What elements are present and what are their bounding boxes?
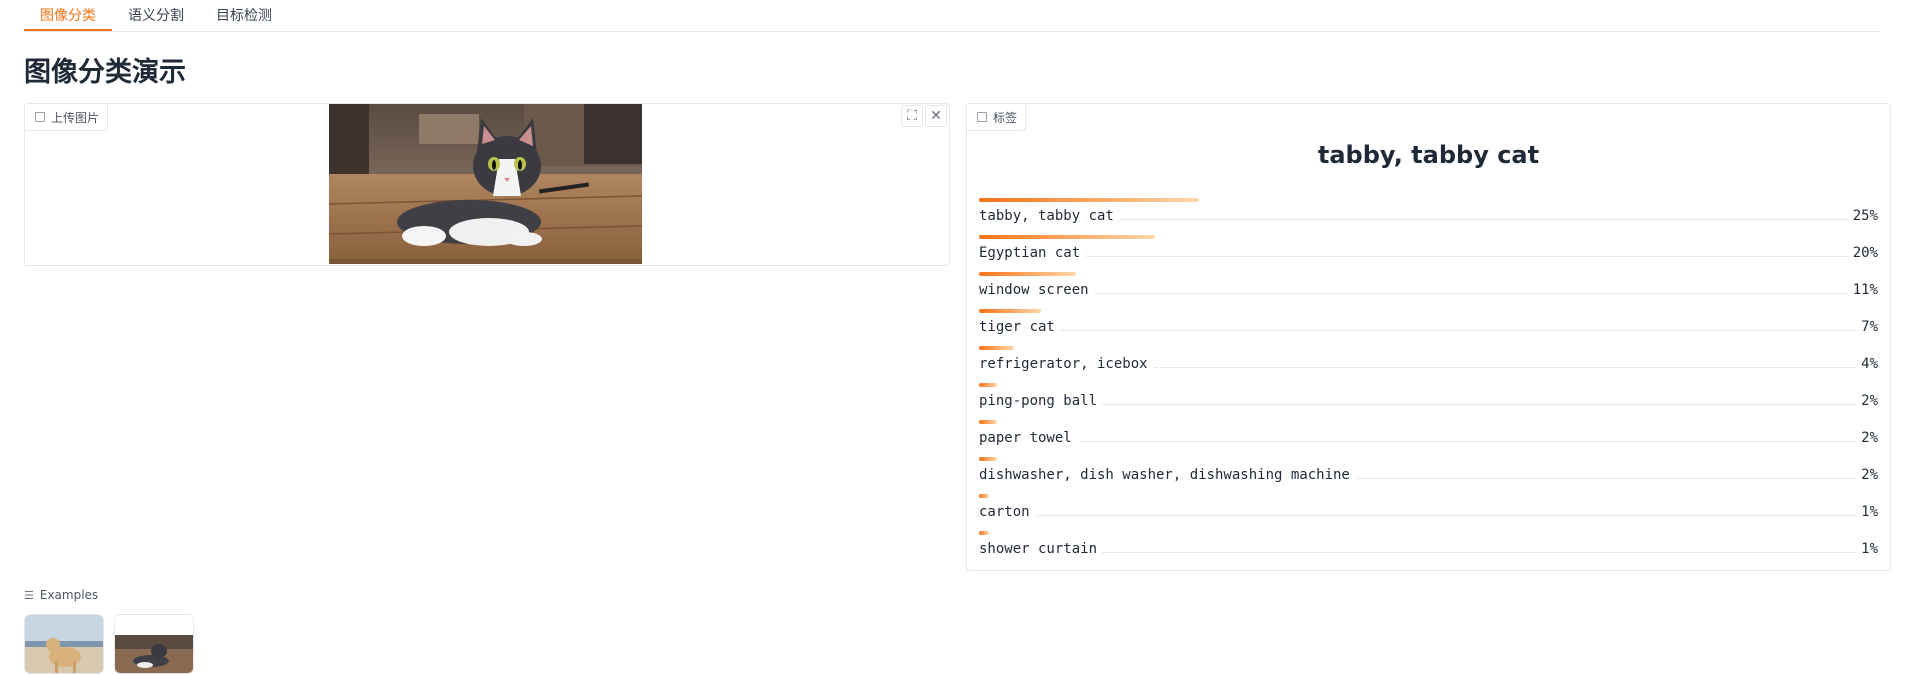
dotted-leader: [1103, 542, 1856, 553]
image-input-panel[interactable]: 上传图片 ⛶ ✕: [24, 103, 950, 266]
dotted-leader: [1119, 209, 1847, 220]
fullscreen-button[interactable]: ⛶: [901, 105, 923, 127]
prediction-line: paper towel 2%: [979, 430, 1878, 446]
prediction-percent: 25%: [1852, 208, 1878, 224]
clear-image-button[interactable]: ✕: [925, 105, 947, 127]
prediction-percent: 11%: [1852, 282, 1878, 298]
prediction-row: tabby, tabby cat 25%: [979, 198, 1878, 235]
confidence-bar: [979, 198, 1199, 202]
confidence-bar: [979, 531, 989, 535]
prediction-row: carton 1%: [979, 494, 1878, 531]
tab-semantic-segmentation[interactable]: 语义分割: [112, 0, 200, 31]
examples-label: ☰ Examples: [24, 588, 99, 602]
output-panel-label: 标签: [967, 104, 1027, 131]
prediction-label: tiger cat: [979, 319, 1055, 335]
dotted-leader: [1094, 283, 1847, 294]
dotted-leader: [1077, 431, 1856, 442]
tab-image-classification[interactable]: 图像分类: [24, 0, 112, 31]
prediction-row: shower curtain 1%: [979, 531, 1878, 568]
confidence-bar: [979, 420, 997, 424]
label-icon: [977, 112, 987, 122]
prediction-line: ping-pong ball 2%: [979, 393, 1878, 409]
prediction-row: tiger cat 7%: [979, 309, 1878, 346]
prediction-percent: 20%: [1852, 245, 1878, 261]
example-dog[interactable]: [24, 614, 104, 674]
input-panel-label: 上传图片: [25, 104, 109, 131]
prediction-label: carton: [979, 504, 1030, 520]
prediction-line: window screen 11%: [979, 282, 1878, 298]
prediction-percent: 4%: [1861, 356, 1878, 372]
close-icon: ✕: [930, 108, 942, 124]
top-prediction: tabby, tabby cat: [1317, 141, 1540, 169]
image-icon: [35, 112, 45, 122]
confidence-bar: [979, 346, 1015, 350]
tab-object-detection[interactable]: 目标检测: [200, 0, 288, 31]
prediction-percent: 2%: [1861, 467, 1878, 483]
confidence-bar: [979, 457, 997, 461]
prediction-line: Egyptian cat 20%: [979, 245, 1878, 261]
example-cat[interactable]: [114, 614, 194, 674]
prediction-row: ping-pong ball 2%: [979, 383, 1878, 420]
prediction-percent: 2%: [1861, 430, 1878, 446]
prediction-percent: 1%: [1861, 541, 1878, 557]
confidence-bar: [979, 309, 1041, 313]
prediction-line: tiger cat 7%: [979, 319, 1878, 335]
prediction-label: shower curtain: [979, 541, 1098, 557]
prediction-label: ping-pong ball: [979, 393, 1098, 409]
tab-bar: 图像分类 语义分割 目标检测: [24, 0, 1881, 32]
confidence-bar: [979, 494, 989, 498]
prediction-row: paper towel 2%: [979, 420, 1878, 457]
prediction-percent: 1%: [1861, 504, 1878, 520]
dotted-leader: [1035, 505, 1856, 516]
dotted-leader: [1060, 320, 1856, 331]
prediction-label: Egyptian cat: [979, 245, 1081, 261]
dotted-leader: [1103, 394, 1856, 405]
uploaded-image: [329, 104, 642, 264]
confidence-bar: [979, 272, 1076, 276]
prediction-list: tabby, tabby cat 25% Egyptian cat 20% window…: [979, 198, 1878, 568]
confidence-bar: [979, 383, 997, 387]
prediction-line: refrigerator, icebox 4%: [979, 356, 1878, 372]
dotted-leader: [1153, 357, 1856, 368]
prediction-row: refrigerator, icebox 4%: [979, 346, 1878, 383]
page-title: 图像分类演示: [24, 57, 186, 88]
fullscreen-icon: ⛶: [907, 108, 917, 124]
prediction-line: tabby, tabby cat 25%: [979, 208, 1878, 224]
confidence-bar: [979, 235, 1155, 239]
prediction-line: carton 1%: [979, 504, 1878, 520]
prediction-row: dishwasher, dish washer, dishwashing mac…: [979, 457, 1878, 494]
prediction-label: refrigerator, icebox: [979, 356, 1148, 372]
dotted-leader: [1086, 246, 1847, 257]
prediction-line: shower curtain 1%: [979, 541, 1878, 557]
prediction-label: paper towel: [979, 430, 1072, 446]
prediction-row: window screen 11%: [979, 272, 1878, 309]
prediction-percent: 2%: [1861, 393, 1878, 409]
prediction-label: tabby, tabby cat: [979, 208, 1114, 224]
prediction-label: dishwasher, dish washer, dishwashing mac…: [979, 467, 1350, 483]
prediction-row: Egyptian cat 20%: [979, 235, 1878, 272]
prediction-label: window screen: [979, 282, 1089, 298]
prediction-line: dishwasher, dish washer, dishwashing mac…: [979, 467, 1878, 483]
dotted-leader: [1355, 468, 1856, 479]
label-output-panel: 标签 tabby, tabby cat tabby, tabby cat 25% E…: [966, 103, 1891, 571]
list-icon: ☰: [24, 588, 34, 602]
prediction-percent: 7%: [1861, 319, 1878, 335]
